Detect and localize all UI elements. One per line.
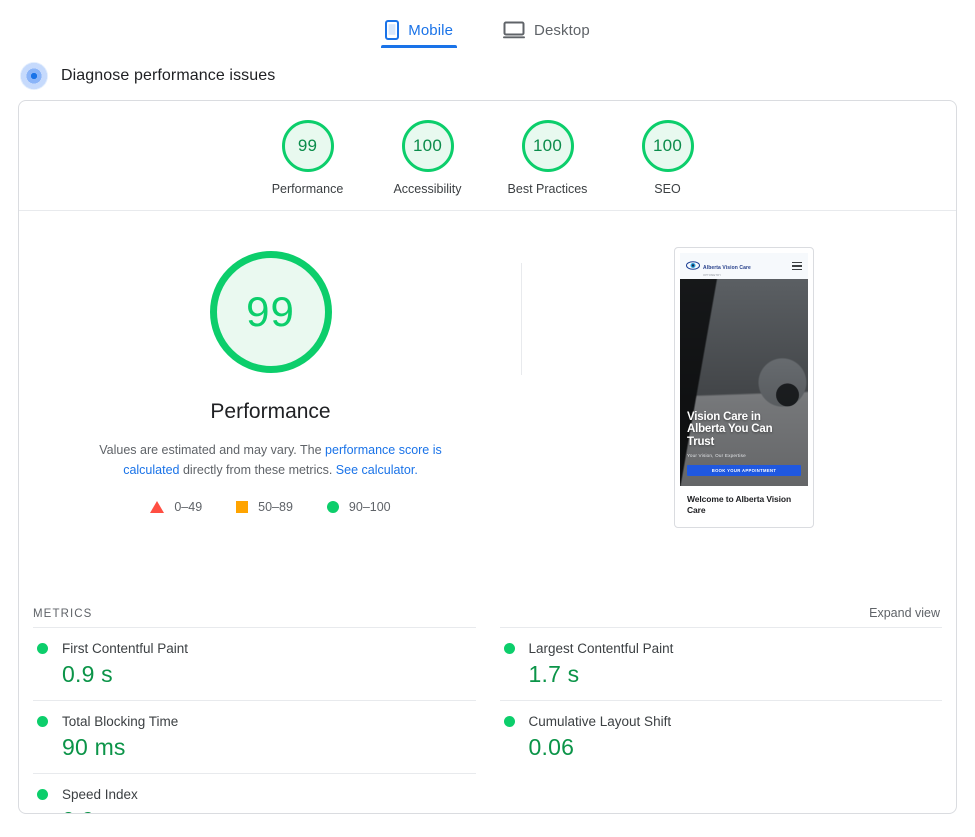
metric-name: Largest Contentful Paint <box>528 641 674 656</box>
tab-desktop[interactable]: Desktop <box>499 6 594 48</box>
note-text-part1: Values are estimated and may vary. The <box>99 443 326 457</box>
score-label-accessibility: Accessibility <box>393 182 462 196</box>
thumbnail-site-navbar: Alberta Vision Care OPTOMETRY <box>680 253 808 279</box>
performance-gauge: 99 <box>209 251 332 373</box>
metrics-column-left: First Contentful Paint 0.9 s Total Block… <box>33 627 476 813</box>
eye-logo-icon <box>686 257 700 275</box>
device-tab-bar: Mobile Desktop <box>0 0 975 48</box>
vertical-divider <box>521 263 522 375</box>
page-title: Diagnose performance issues <box>61 67 276 84</box>
square-icon <box>236 501 249 513</box>
page-screenshot-thumbnail[interactable]: Alberta Vision Care OPTOMETRY Vision Car… <box>674 247 814 528</box>
legend-range-pass: 90–100 <box>348 500 391 514</box>
site-logo: Alberta Vision Care OPTOMETRY <box>686 256 751 277</box>
metric-row[interactable]: Speed Index 0.9 s <box>33 773 476 813</box>
status-badge <box>503 643 515 654</box>
site-logo-text-wrap: Alberta Vision Care OPTOMETRY <box>703 256 751 277</box>
metric-name: Cumulative Layout Shift <box>528 714 672 729</box>
screenshot-column: Alberta Vision Care OPTOMETRY Vision Car… <box>522 247 956 606</box>
metric-value: 1.7 s <box>528 661 580 687</box>
tab-active-underline <box>381 45 458 48</box>
score-gauge-seo: 100 <box>641 120 694 172</box>
note-text-part2: directly from these metrics. <box>179 463 336 477</box>
thumbnail-welcome-section: Welcome to Alberta Vision Care <box>680 486 808 522</box>
desktop-monitor-icon <box>503 21 526 39</box>
status-badge <box>37 789 48 800</box>
legend-range-average: 50–89 <box>258 500 293 514</box>
legend-item-pass: 90–100 <box>326 500 391 514</box>
metrics-column-right: Largest Contentful Paint 1.7 s Cumulativ… <box>499 627 942 813</box>
lighthouse-radar-icon <box>20 62 48 90</box>
status-badge <box>37 716 48 727</box>
site-brand-subtitle: OPTOMETRY <box>703 273 722 277</box>
metric-name: First Contentful Paint <box>62 641 189 656</box>
metric-value: 0.9 s <box>62 807 476 813</box>
score-label-best-practices: Best Practices <box>507 182 588 196</box>
metric-row[interactable]: Cumulative Layout Shift 0.06 <box>499 700 942 773</box>
metric-row[interactable]: Total Blocking Time 90 ms <box>33 700 476 773</box>
legend-item-average: 50–89 <box>236 500 293 514</box>
score-item-best-practices[interactable]: 100 Best Practices <box>488 120 608 196</box>
score-label-seo: SEO <box>654 182 681 196</box>
performance-score-note: Values are estimated and may vary. The p… <box>71 440 471 480</box>
see-calculator-link[interactable]: See calculator. <box>336 463 418 477</box>
legend-item-fail: 0–49 <box>150 500 202 514</box>
score-gauge-best-practices: 100 <box>521 120 574 172</box>
category-scores-strip: 99 Performance 100 Accessibility 100 Bes… <box>19 101 956 211</box>
score-item-seo[interactable]: 100 SEO <box>608 120 728 196</box>
score-gauge-performance: 99 <box>281 120 334 172</box>
lighthouse-report-card: 99 Performance 100 Accessibility 100 Bes… <box>18 100 957 814</box>
tab-mobile[interactable]: Mobile <box>381 6 458 48</box>
book-appointment-button[interactable]: BOOK YOUR APPOINTMENT <box>687 465 801 476</box>
welcome-heading: Welcome to Alberta Vision Care <box>687 494 792 515</box>
performance-gauge-column: 99 Performance Values are estimated and … <box>19 247 522 606</box>
metrics-section-title: METRICS <box>33 608 93 620</box>
hero-headline: Vision Care in Alberta You Can Trust <box>687 410 773 448</box>
metric-value: 0.06 <box>528 734 575 760</box>
triangle-icon <box>150 501 165 513</box>
metric-value: 90 ms <box>62 734 126 760</box>
tab-mobile-label: Mobile <box>408 21 454 39</box>
thumbnail-hero-section: Vision Care in Alberta You Can Trust You… <box>680 279 808 486</box>
score-item-accessibility[interactable]: 100 Accessibility <box>368 120 488 196</box>
legend-range-fail: 0–49 <box>174 500 203 514</box>
metric-name: Speed Index <box>62 787 138 802</box>
diagnose-header: Diagnose performance issues <box>0 48 975 100</box>
status-badge <box>503 716 515 727</box>
tab-desktop-label: Desktop <box>534 21 590 39</box>
score-legend: 0–49 50–89 90–100 <box>150 500 391 514</box>
circle-icon <box>326 501 339 513</box>
metric-row[interactable]: First Contentful Paint 0.9 s <box>33 627 476 700</box>
performance-summary: 99 Performance Values are estimated and … <box>19 211 956 606</box>
score-gauge-accessibility: 100 <box>401 120 454 172</box>
hamburger-menu-icon[interactable] <box>792 261 802 271</box>
metric-name: Total Blocking Time <box>62 714 179 729</box>
metric-row[interactable]: Largest Contentful Paint 1.7 s <box>499 627 942 700</box>
status-badge <box>37 643 48 654</box>
metrics-header: METRICS Expand view <box>19 606 956 627</box>
site-brand-name: Alberta Vision Care <box>703 264 751 271</box>
expand-view-button[interactable]: Expand view <box>869 606 940 620</box>
metric-value: 0.9 s <box>62 661 113 687</box>
hero-subtitle: Your Vision, Our Expertise <box>687 453 746 458</box>
mobile-phone-icon <box>385 20 400 40</box>
metrics-grid: First Contentful Paint 0.9 s Total Block… <box>19 627 956 813</box>
score-item-performance[interactable]: 99 Performance <box>248 120 368 196</box>
performance-gauge-label: Performance <box>210 400 331 423</box>
score-label-performance: Performance <box>271 182 344 196</box>
